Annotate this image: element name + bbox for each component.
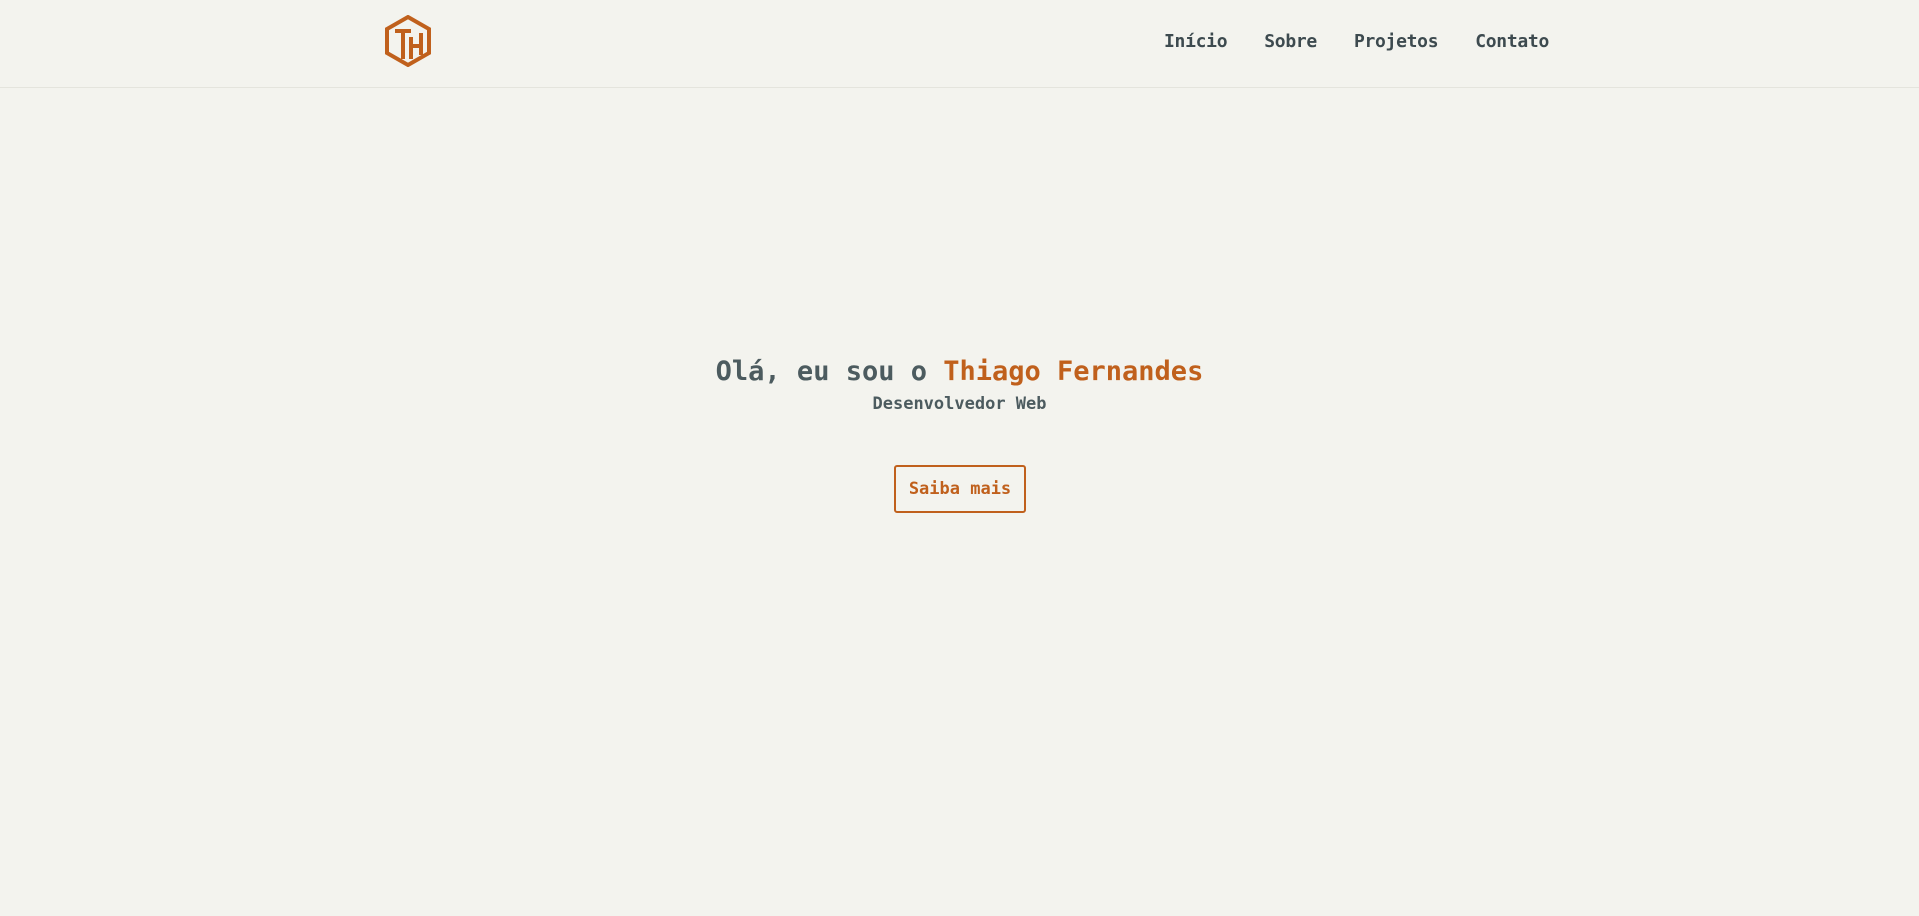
hero-title: Olá, eu sou o Thiago Fernandes: [0, 352, 1919, 392]
nav-item-inicio[interactable]: Início: [1164, 31, 1228, 52]
hero-name: Thiago Fernandes: [943, 356, 1204, 387]
nav-item-projetos[interactable]: Projetos: [1354, 31, 1439, 52]
hero-greeting: Olá, eu sou o: [715, 356, 944, 387]
nav-item-contato[interactable]: Contato: [1475, 31, 1549, 52]
site-header: Início Sobre Projetos Contato: [0, 0, 1919, 88]
hero-subtitle: Desenvolvedor Web: [872, 394, 1047, 414]
main-nav: Início Sobre Projetos Contato: [1127, 31, 1549, 52]
logo-icon[interactable]: [384, 14, 432, 68]
nav-item-sobre[interactable]: Sobre: [1264, 31, 1317, 52]
logo-hexagon-icon: [385, 14, 431, 68]
hero-section: Olá, eu sou o Thiago Fernandes Desenvolv…: [0, 352, 1919, 416]
saiba-mais-button[interactable]: Saiba mais: [894, 465, 1026, 513]
